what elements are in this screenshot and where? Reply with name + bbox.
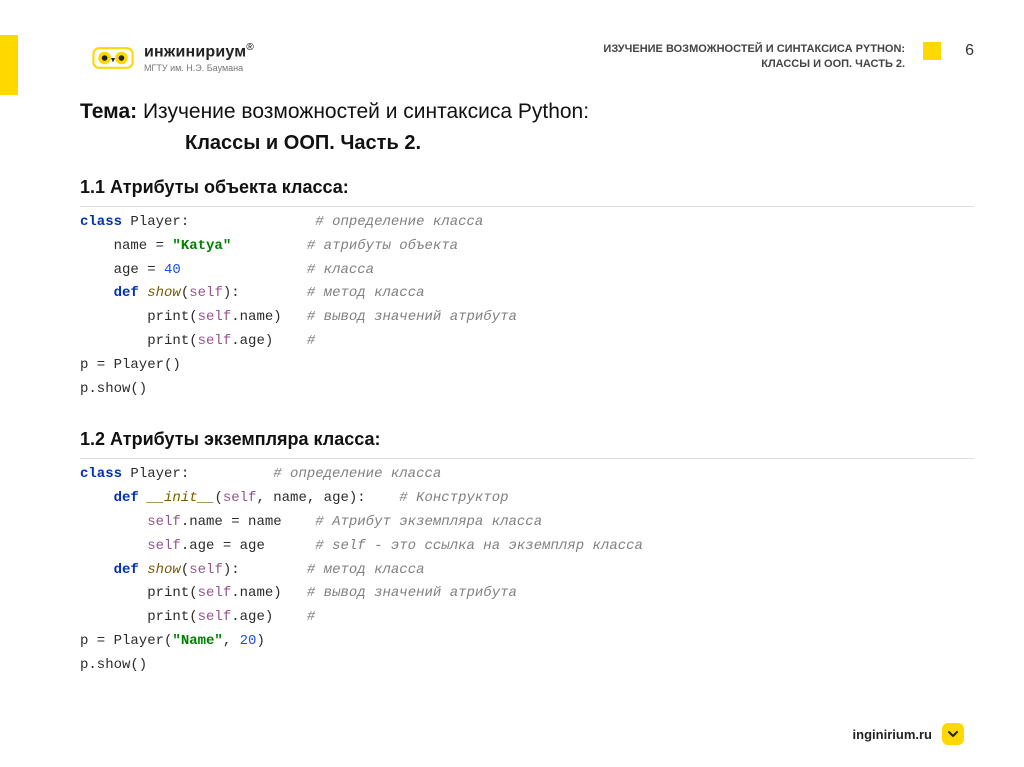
code-string: "Name" xyxy=(172,633,222,649)
brand-subtitle: МГТУ им. Н.Э. Баумана xyxy=(144,63,254,73)
code-keyword: def xyxy=(80,562,139,578)
code-text: p = Player() xyxy=(80,357,181,373)
code-comment: # класса xyxy=(307,262,374,278)
code-text: p.show() xyxy=(80,381,147,397)
code-function: __init__ xyxy=(139,490,215,506)
code-keyword: def xyxy=(80,490,139,506)
code-comment: # определение класса xyxy=(315,214,483,230)
code-text: .name) xyxy=(231,585,281,601)
code-text: print( xyxy=(80,585,198,601)
header-subtitle: ИЗУЧЕНИЕ ВОЗМОЖНОСТЕЙ И СИНТАКСИСА PYTHO… xyxy=(603,42,905,72)
code-comment: # атрибуты объекта xyxy=(307,238,458,254)
code-text: print( xyxy=(80,309,198,325)
code-text: .name = name xyxy=(181,514,282,530)
code-text xyxy=(80,514,147,530)
code-block-1: class Player: # определение класса name … xyxy=(80,206,974,401)
code-text: ( xyxy=(214,490,222,506)
code-text: print( xyxy=(80,333,198,349)
code-text: Player: xyxy=(122,466,189,482)
brand-logo-block: инжинириум® МГТУ им. Н.Э. Баумана xyxy=(92,42,254,73)
code-text: ( xyxy=(181,562,189,578)
code-string: "Katya" xyxy=(172,238,231,254)
header-subtitle-line2: КЛАССЫ И ООП. ЧАСТЬ 2. xyxy=(603,57,905,72)
code-text: name = xyxy=(80,238,172,254)
code-text: , name, age): xyxy=(256,490,365,506)
code-text: .age) xyxy=(231,333,273,349)
footer-url: inginirium.ru xyxy=(853,727,932,742)
footer: inginirium.ru xyxy=(853,723,964,745)
section1-title: 1.1 Атрибуты объекта класса: xyxy=(80,177,974,198)
code-function: show xyxy=(139,562,181,578)
code-self: self xyxy=(198,309,232,325)
code-block-2: class Player: # определение класса def _… xyxy=(80,458,974,677)
code-keyword: class xyxy=(80,214,122,230)
code-number: 20 xyxy=(240,633,257,649)
code-self: self xyxy=(223,490,257,506)
page-header: инжинириум® МГТУ им. Н.Э. Баумана ИЗУЧЕН… xyxy=(92,42,974,73)
header-subtitle-line1: ИЗУЧЕНИЕ ВОЗМОЖНОСТЕЙ И СИНТАКСИСА PYTHO… xyxy=(603,42,905,57)
yellow-arrow-accent xyxy=(0,95,80,165)
code-self: self xyxy=(189,562,223,578)
topic-label: Тема: xyxy=(80,100,137,123)
code-text: Player: xyxy=(122,214,189,230)
code-comment: # Конструктор xyxy=(399,490,508,506)
page-number: 6 xyxy=(965,42,974,60)
chevron-down-icon xyxy=(947,728,959,740)
code-comment: # Атрибут экземпляра класса xyxy=(315,514,542,530)
code-text: .age) xyxy=(231,609,273,625)
code-text: ) xyxy=(256,633,264,649)
code-comment: # метод класса xyxy=(307,562,425,578)
code-text xyxy=(80,538,147,554)
code-text: age = xyxy=(80,262,164,278)
section2-title: 1.2 Атрибуты экземпляра класса: xyxy=(80,429,974,450)
code-comment: # xyxy=(307,609,315,625)
footer-badge xyxy=(942,723,964,745)
code-text: ): xyxy=(223,285,240,301)
code-self: self xyxy=(198,609,232,625)
code-comment: # self - это ссылка на экземпляр класса xyxy=(315,538,643,554)
code-text: p.show() xyxy=(80,657,147,673)
owl-logo-icon xyxy=(92,43,134,73)
code-text: .age = age xyxy=(181,538,265,554)
code-comment: # определение класса xyxy=(273,466,441,482)
code-comment: # метод класса xyxy=(307,285,425,301)
code-self: self xyxy=(198,585,232,601)
code-text: ): xyxy=(223,562,240,578)
code-text: p = Player( xyxy=(80,633,172,649)
code-keyword: def xyxy=(80,285,139,301)
code-self: self xyxy=(198,333,232,349)
code-text: ( xyxy=(181,285,189,301)
code-comment: # вывод значений атрибута xyxy=(307,309,517,325)
code-text: , xyxy=(223,633,240,649)
code-comment: # вывод значений атрибута xyxy=(307,585,517,601)
code-text: print( xyxy=(80,609,198,625)
brand-name: инжинириум xyxy=(144,43,246,60)
code-function: show xyxy=(139,285,181,301)
brand-registered-icon: ® xyxy=(246,42,253,53)
topic-text: Изучение возможностей и синтаксиса Pytho… xyxy=(137,100,589,123)
code-keyword: class xyxy=(80,466,122,482)
yellow-square-accent xyxy=(923,42,941,60)
topic-line1: Тема: Изучение возможностей и синтаксиса… xyxy=(80,100,974,124)
code-self: self xyxy=(147,514,181,530)
code-number: 40 xyxy=(164,262,181,278)
code-self: self xyxy=(189,285,223,301)
main-content: Тема: Изучение возможностей и синтаксиса… xyxy=(80,100,974,678)
code-self: self xyxy=(147,538,181,554)
topic-line2: Классы и ООП. Часть 2. xyxy=(185,132,974,155)
code-text: .name) xyxy=(231,309,281,325)
code-comment: # xyxy=(307,333,315,349)
